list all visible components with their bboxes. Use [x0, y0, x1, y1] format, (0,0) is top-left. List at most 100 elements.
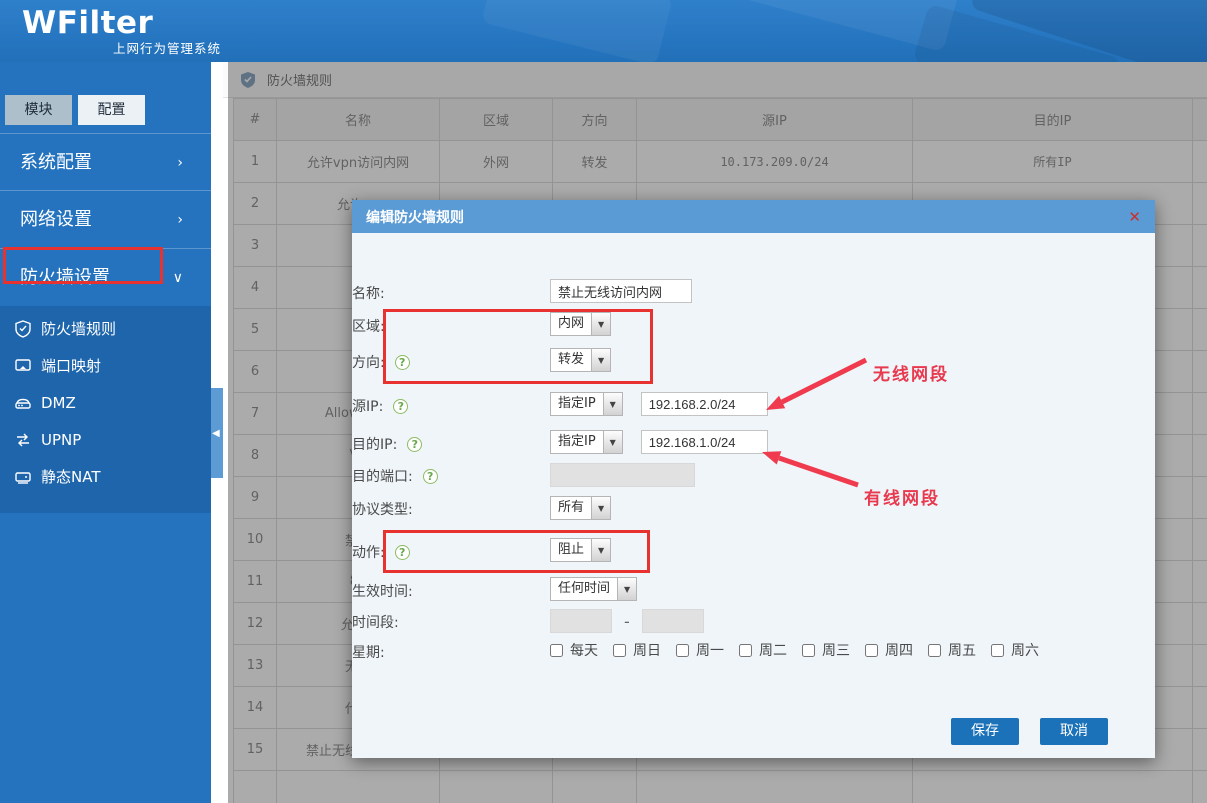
server-icon	[14, 394, 32, 412]
src-ip-type-select[interactable]: 指定IP ▼	[550, 392, 623, 416]
name-input[interactable]	[550, 279, 692, 303]
sidebar-tabs: 模块 配置	[5, 95, 145, 125]
sidebar-item-dmz[interactable]: DMZ	[0, 384, 211, 421]
week-checkbox[interactable]	[550, 644, 563, 657]
menu-firewall-settings[interactable]: 防火墙设置 ∨	[0, 249, 211, 307]
wired-segment-annotation: 有线网段	[864, 484, 940, 509]
dropdown-arrow-icon[interactable]: ▼	[591, 539, 610, 561]
week-label: 星期:	[352, 642, 385, 662]
sub-item-label: UPNP	[41, 431, 81, 449]
direction-value: 转发	[551, 349, 591, 371]
menu-system-config[interactable]: 系统配置 ›	[0, 133, 211, 191]
week-checkbox[interactable]	[865, 644, 878, 657]
sidebar: 模块 配置 系统配置 › 网络设置 › 防火墙设置 ∨ 防	[0, 62, 211, 803]
protocol-select[interactable]: 所有 ▼	[550, 496, 611, 520]
sub-item-label: 静态NAT	[41, 466, 100, 487]
action-label-text: 动作:	[352, 542, 385, 562]
menu-network-settings[interactable]: 网络设置 ›	[0, 191, 211, 249]
week-option-label: 周二	[759, 640, 787, 660]
sub-item-label: 端口映射	[41, 355, 101, 376]
dialog-title: 编辑防火墙规则	[366, 207, 464, 227]
dialog-titlebar[interactable]: 编辑防火墙规则 ✕	[352, 200, 1155, 233]
swap-arrows-icon	[14, 431, 32, 449]
direction-label-text: 方向:	[352, 352, 385, 372]
sidebar-item-port-mapping[interactable]: 端口映射	[0, 347, 211, 384]
protocol-value: 所有	[551, 497, 591, 519]
dst-port-input	[550, 463, 695, 487]
dst-ip-label-text: 目的IP:	[352, 434, 397, 454]
direction-label: 方向: ?	[352, 352, 410, 372]
page-root: WFilter 上网行为管理系统 模块 配置 系统配置 › 网络设置 › 防火墙…	[0, 0, 1207, 803]
effective-time-select[interactable]: 任何时间 ▼	[550, 577, 637, 601]
src-ip-type-value: 指定IP	[551, 393, 603, 415]
sidebar-item-firewall-rules[interactable]: 防火墙规则	[0, 310, 211, 347]
annotation-box-zone-direction	[383, 309, 653, 384]
help-icon[interactable]: ?	[393, 399, 408, 414]
dst-ip-label: 目的IP: ?	[352, 434, 422, 454]
week-option[interactable]: 周日	[613, 640, 661, 660]
help-icon[interactable]: ?	[395, 545, 410, 560]
chevron-down-icon: ∨	[173, 249, 183, 307]
week-option-label: 周四	[885, 640, 913, 660]
week-checkbox[interactable]	[991, 644, 1004, 657]
week-option-label: 每天	[570, 640, 598, 660]
week-checkbox-group: 每天 周日 周一 周二 周三 周四 周五 周六	[550, 640, 1054, 660]
help-icon[interactable]: ?	[407, 437, 422, 452]
week-option-label: 周三	[822, 640, 850, 660]
week-option[interactable]: 周二	[739, 640, 787, 660]
week-option[interactable]: 周六	[991, 640, 1039, 660]
week-checkbox[interactable]	[613, 644, 626, 657]
zone-select[interactable]: 内网 ▼	[550, 312, 611, 336]
tab-modules[interactable]: 模块	[5, 95, 72, 125]
action-label: 动作: ?	[352, 542, 410, 562]
save-button[interactable]: 保存	[951, 718, 1019, 745]
chevron-right-icon: ›	[177, 191, 183, 249]
zone-label: 区域:	[352, 316, 385, 336]
chevron-right-icon: ›	[177, 134, 183, 192]
week-checkbox[interactable]	[676, 644, 689, 657]
week-option[interactable]: 周四	[865, 640, 913, 660]
sidebar-menus: 系统配置 › 网络设置 › 防火墙设置 ∨	[0, 133, 211, 307]
help-icon[interactable]: ?	[395, 355, 410, 370]
menu-label: 系统配置	[20, 152, 92, 173]
firewall-submenu: 防火墙规则 端口映射 DMZ	[0, 306, 211, 513]
direction-select[interactable]: 转发 ▼	[550, 348, 611, 372]
dst-ip-type-select[interactable]: 指定IP ▼	[550, 430, 623, 454]
name-label: 名称:	[352, 283, 385, 303]
tab-config[interactable]: 配置	[78, 95, 145, 125]
action-select[interactable]: 阻止 ▼	[550, 538, 611, 562]
src-ip-label-text: 源IP:	[352, 396, 383, 416]
src-ip-input[interactable]	[641, 392, 768, 416]
dropdown-arrow-icon[interactable]: ▼	[591, 313, 610, 335]
week-checkbox[interactable]	[928, 644, 941, 657]
week-option[interactable]: 周三	[802, 640, 850, 660]
keyboard-deco	[481, 0, 673, 62]
help-icon[interactable]: ?	[423, 469, 438, 484]
dropdown-arrow-icon[interactable]: ▼	[591, 349, 610, 371]
sidebar-item-static-nat[interactable]: 静态NAT	[0, 458, 211, 495]
week-option-label: 周五	[948, 640, 976, 660]
week-option-label: 周一	[696, 640, 724, 660]
dropdown-arrow-icon[interactable]: ▼	[591, 497, 610, 519]
dst-ip-input[interactable]	[641, 430, 768, 454]
dropdown-arrow-icon[interactable]: ▼	[603, 393, 622, 415]
sidebar-item-upnp[interactable]: UPNP	[0, 421, 211, 458]
week-option[interactable]: 周五	[928, 640, 976, 660]
menu-label: 防火墙设置	[20, 267, 110, 288]
dst-ip-type-value: 指定IP	[551, 431, 603, 453]
week-option[interactable]: 每天	[550, 640, 598, 660]
close-icon[interactable]: ✕	[1128, 208, 1141, 226]
week-option[interactable]: 周一	[676, 640, 724, 660]
edit-firewall-rule-dialog: 编辑防火墙规则 ✕ 名称: 区域: 内网 ▼ 方向: ? 转发 ▼ 源IP: ?	[352, 200, 1155, 758]
dropdown-arrow-icon[interactable]: ▼	[617, 578, 636, 600]
sidebar-collapse-icon[interactable]: ◀	[212, 428, 222, 439]
week-checkbox[interactable]	[739, 644, 752, 657]
dst-port-label: 目的端口: ?	[352, 466, 438, 486]
week-checkbox[interactable]	[802, 644, 815, 657]
time-range-separator: -	[624, 612, 630, 631]
effective-time-label: 生效时间:	[352, 581, 413, 601]
dropdown-arrow-icon[interactable]: ▼	[603, 431, 622, 453]
action-value: 阻止	[551, 539, 591, 561]
cancel-button[interactable]: 取消	[1040, 718, 1108, 745]
shield-check-icon	[14, 320, 32, 338]
